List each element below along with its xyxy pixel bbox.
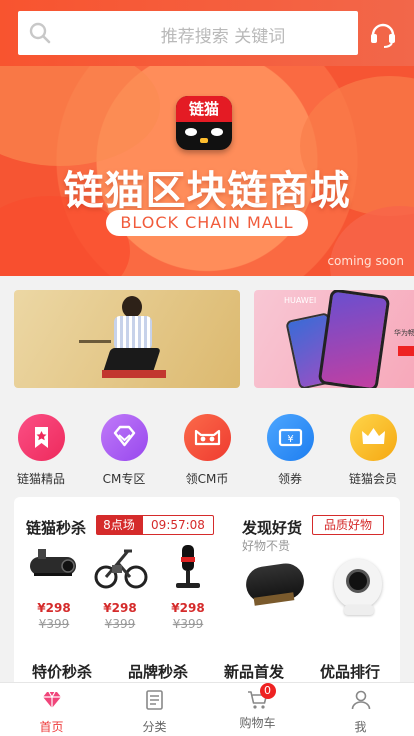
cart-icon: 0 xyxy=(246,683,276,712)
logo-text: 链猫 xyxy=(176,96,232,122)
seckill-product-microphone[interactable]: ¥298 ¥399 xyxy=(158,543,218,631)
promo-text-line xyxy=(79,340,111,343)
list-icon xyxy=(145,690,163,710)
promo-caption: 华为畅享 xyxy=(394,329,414,337)
tab-category[interactable]: 分类 xyxy=(103,683,206,736)
diamond-icon xyxy=(42,691,61,708)
product-price: ¥298 xyxy=(103,601,137,615)
gem-icon xyxy=(100,414,148,461)
tab-home[interactable]: 首页 xyxy=(0,683,103,736)
brand-logo: 链猫 xyxy=(176,96,232,150)
banner-note: coming soon xyxy=(327,254,404,268)
category-label: 领CM币 xyxy=(185,472,229,486)
quick-link-ranking[interactable]: 优品排行 xyxy=(302,661,398,682)
microphone-image xyxy=(176,545,200,588)
seckill-product-ebike[interactable]: ¥298 ¥399 xyxy=(90,543,150,631)
tab-label: 我 xyxy=(354,720,367,734)
bookmark-star-icon xyxy=(17,414,65,461)
banner-decor xyxy=(0,66,160,166)
quick-link-new[interactable]: 新品首发 xyxy=(206,661,302,682)
deals-card: 链猫秒杀 8点场 09:57:08 发现好货 好物不贵 品质好物 ¥298 ¥3… xyxy=(14,497,400,687)
product-price: ¥298 xyxy=(37,601,71,615)
tab-cart[interactable]: 0 购物车 xyxy=(206,683,309,736)
user-icon xyxy=(351,690,370,710)
category-coupon[interactable]: ¥ 领券 xyxy=(249,410,331,487)
ebike-image xyxy=(94,549,148,589)
search-placeholder: 推荐搜索 关键词 xyxy=(160,27,286,47)
category-featured[interactable]: 链猫精品 xyxy=(0,410,82,487)
customer-service-icon[interactable] xyxy=(368,19,398,49)
session-tag: 8点场 xyxy=(96,515,142,535)
category-claim-coin[interactable]: 领CM币 xyxy=(166,410,248,487)
cart-badge: 0 xyxy=(259,683,276,699)
phone-image xyxy=(317,290,391,388)
product-old-price: ¥399 xyxy=(38,617,70,631)
crown-icon xyxy=(349,414,397,461)
promo-brand: HUAWEI xyxy=(284,296,317,305)
category-label: 领券 xyxy=(277,472,302,486)
promo-phone-card[interactable]: HUAWEI 华为畅享 xyxy=(254,290,414,388)
coupon-icon: ¥ xyxy=(266,414,314,461)
category-grid: 链猫精品 CM专区 领CM币 ¥ 领券 链猫会员 xyxy=(0,410,414,488)
logo-eye-icon xyxy=(185,128,197,136)
camera-lens xyxy=(346,569,370,593)
category-label: CM专区 xyxy=(102,472,146,486)
banner-subtitle: BLOCK CHAIN MALL xyxy=(106,210,308,236)
svg-text:¥: ¥ xyxy=(287,434,293,445)
product-old-price: ¥399 xyxy=(104,617,136,631)
chair-figure xyxy=(102,370,166,378)
seckill-product-dashcam[interactable]: ¥298 ¥399 xyxy=(24,543,84,631)
logo-eye-icon xyxy=(211,128,223,136)
model-figure xyxy=(122,296,142,318)
category-membership[interactable]: 链猫会员 xyxy=(332,410,414,487)
tab-label: 首页 xyxy=(39,720,64,734)
tab-label: 购物车 xyxy=(239,716,276,730)
seckill-title[interactable]: 链猫秒杀 xyxy=(26,517,86,538)
top-bar: 推荐搜索 关键词 xyxy=(0,0,414,66)
product-old-price: ¥399 xyxy=(172,617,204,631)
bottom-tab-bar: 首页 分类 0 购物车 我 xyxy=(0,682,414,736)
quick-link-brand[interactable]: 品牌秒杀 xyxy=(110,661,206,682)
countdown-timer: 09:57:08 xyxy=(142,515,214,535)
quality-tag: 品质好物 xyxy=(312,515,384,535)
camera-stand xyxy=(344,605,374,615)
app-screen: 推荐搜索 关键词 链猫 链猫区块链商城 BLOCK CHAIN MALL com… xyxy=(0,0,414,736)
search-input[interactable]: 推荐搜索 关键词 xyxy=(18,11,358,55)
quick-link-special[interactable]: 特价秒杀 xyxy=(14,661,110,682)
discover-subtitle: 好物不贵 xyxy=(242,539,291,553)
category-cm-zone[interactable]: CM专区 xyxy=(83,410,165,487)
hero-banner[interactable]: 链猫 链猫区块链商城 BLOCK CHAIN MALL coming soon xyxy=(0,66,414,276)
category-label: 链猫会员 xyxy=(348,472,397,486)
tab-label: 分类 xyxy=(142,720,167,734)
model-figure xyxy=(114,316,152,350)
category-label: 链猫精品 xyxy=(16,472,65,486)
cat-coin-icon xyxy=(183,414,231,461)
banner-title: 链猫区块链商城 xyxy=(63,168,351,214)
discover-title[interactable]: 发现好货 xyxy=(242,517,302,538)
dashcam-image xyxy=(30,549,76,576)
logo-nose-icon xyxy=(200,138,208,143)
promo-fashion-card[interactable] xyxy=(14,290,240,388)
product-price: ¥298 xyxy=(171,601,205,615)
promo-price-tag xyxy=(398,346,414,356)
tab-me[interactable]: 我 xyxy=(309,683,412,736)
